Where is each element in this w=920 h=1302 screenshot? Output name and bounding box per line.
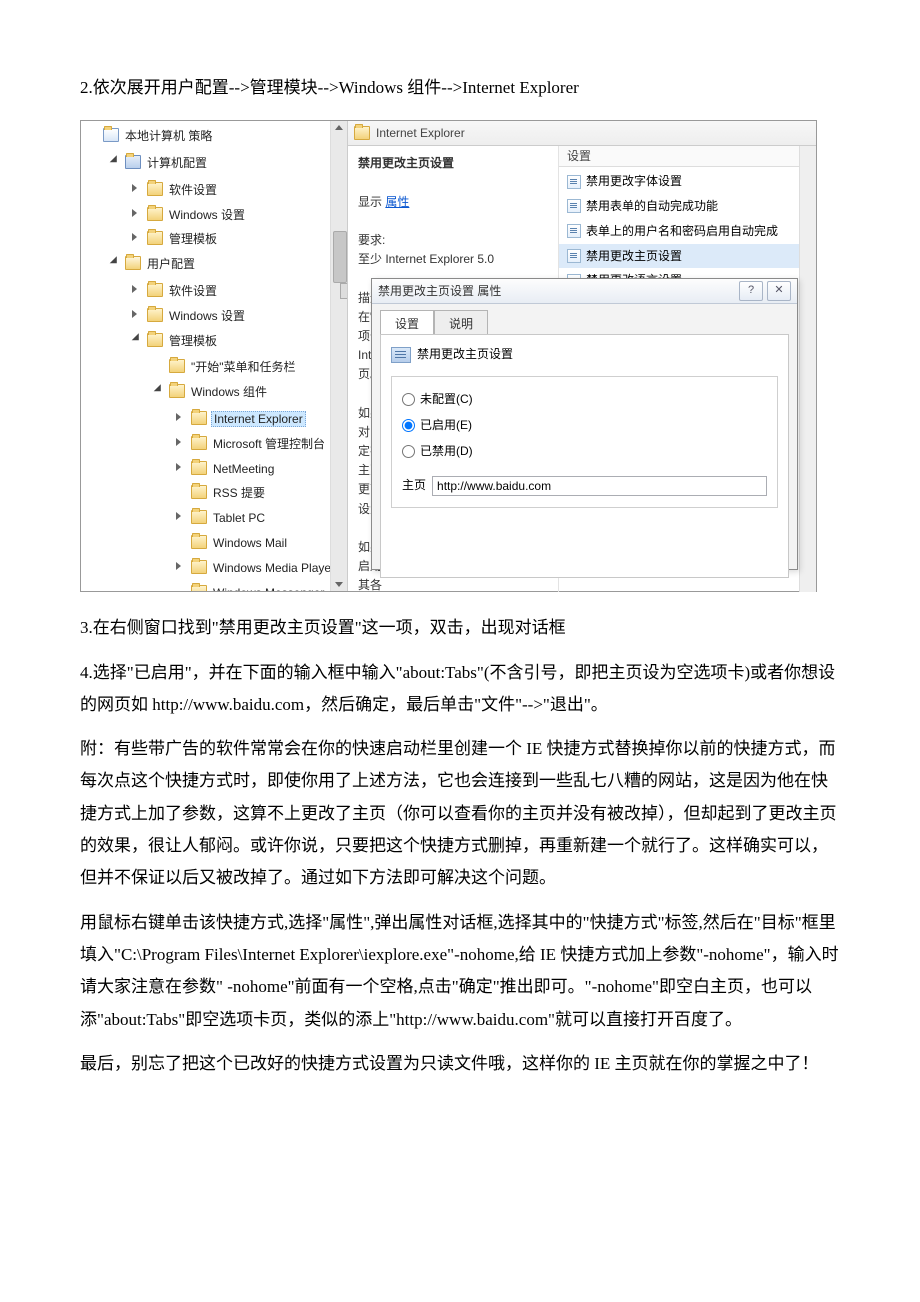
state-fieldset: 未配置(C) 已启用(E) 已禁用(D) 主页	[391, 376, 778, 508]
tab-explain[interactable]: 说明	[434, 310, 488, 334]
list-item[interactable]: 禁用表单的自动完成功能	[559, 194, 816, 219]
help-button[interactable]: ?	[739, 281, 763, 301]
tree-item[interactable]: RSS 提要	[175, 480, 347, 505]
folder-icon	[147, 207, 163, 221]
radio-enabled[interactable]: 已启用(E)	[402, 414, 767, 437]
expand-icon[interactable]	[132, 285, 137, 293]
tab-settings[interactable]: 设置	[380, 310, 434, 334]
folder-icon	[147, 333, 163, 347]
step-3-text: 3.在右侧窗口找到"禁用更改主页设置"这一项，双击，出现对话框	[80, 612, 840, 644]
folder-icon	[354, 126, 370, 140]
splitter-grip[interactable]	[340, 283, 348, 299]
expand-icon[interactable]	[154, 384, 165, 395]
folder-icon	[169, 384, 185, 398]
policy-icon	[103, 128, 119, 142]
folder-icon	[191, 411, 207, 425]
expand-icon[interactable]	[176, 463, 181, 471]
folder-icon	[191, 585, 207, 592]
tree-item[interactable]: "开始"菜单和任务栏	[153, 354, 347, 379]
expand-icon[interactable]	[132, 184, 137, 192]
properties-link[interactable]: 属性	[385, 195, 409, 209]
tree-item[interactable]: 管理模板	[131, 226, 347, 251]
expand-icon[interactable]	[176, 438, 181, 446]
setting-icon	[567, 224, 581, 238]
expand-icon[interactable]	[110, 155, 121, 166]
dialog-tabs: 设置 说明	[372, 304, 797, 334]
tree-admin-templates[interactable]: 管理模板 "开始"菜单和任务栏 Windows 组件 Internet Expl…	[131, 328, 347, 592]
tree-item[interactable]: Windows Messenger	[175, 580, 347, 592]
column-header[interactable]: 设置	[559, 146, 816, 167]
setting-icon	[567, 249, 581, 263]
tree-item[interactable]: Windows 设置	[131, 303, 347, 328]
homepage-label: 主页	[402, 474, 426, 497]
expand-icon[interactable]	[132, 333, 143, 344]
folder-icon	[191, 461, 207, 475]
tree-scrollbar[interactable]	[330, 121, 347, 591]
radio-not-configured[interactable]: 未配置(C)	[402, 388, 767, 411]
last-text: 最后，别忘了把这个已改好的快捷方式设置为只读文件哦，这样你的 IE 主页就在你的…	[80, 1048, 840, 1080]
properties-dialog: 禁用更改主页设置 属性 ? ✕ 设置 说明 禁用更改主页设置 未配置(C) 已启…	[371, 278, 798, 570]
folder-icon	[191, 560, 207, 574]
tree-item[interactable]: Tablet PC	[175, 505, 347, 530]
folder-icon	[147, 231, 163, 245]
scroll-down-icon[interactable]	[335, 582, 343, 587]
fix-text: 用鼠标右键单击该快捷方式,选择"属性",弹出属性对话框,选择其中的"快捷方式"标…	[80, 907, 840, 1036]
radio-disabled[interactable]: 已禁用(D)	[402, 440, 767, 463]
setting-icon	[567, 199, 581, 213]
policy-title: 禁用更改主页设置	[358, 154, 548, 173]
folder-icon	[191, 535, 207, 549]
tree-computer-config[interactable]: 计算机配置 软件设置 Windows 设置 管理模板	[109, 150, 347, 251]
dialog-titlebar[interactable]: 禁用更改主页设置 属性 ? ✕	[372, 279, 797, 304]
tree-item[interactable]: 软件设置	[131, 177, 347, 202]
folder-icon	[147, 182, 163, 196]
folder-icon	[191, 436, 207, 450]
dialog-heading: 禁用更改主页设置	[417, 343, 513, 366]
dialog-body: 禁用更改主页设置 未配置(C) 已启用(E) 已禁用(D) 主页	[380, 334, 789, 578]
tree-item[interactable]: Windows Mail	[175, 530, 347, 555]
scroll-up-icon[interactable]	[335, 125, 343, 130]
tree-internet-explorer[interactable]: Internet Explorer	[175, 406, 347, 431]
expand-icon[interactable]	[176, 512, 181, 520]
tree-item[interactable]: Windows 设置	[131, 202, 347, 227]
step-2-text: 2.依次展开用户配置-->管理模块-->Windows 组件-->Interne…	[80, 72, 840, 104]
expand-icon[interactable]	[132, 233, 137, 241]
appendix-text: 附：有些带广告的软件常常会在你的快速启动栏里创建一个 IE 快捷方式替换掉你以前…	[80, 733, 840, 894]
policy-tree: 本地计算机 策略 计算机配置 软件设置 Windows 设置 管理模板 用户配置…	[81, 121, 348, 591]
setting-icon	[567, 175, 581, 189]
tree-item[interactable]: Microsoft 管理控制台	[175, 431, 347, 456]
tree-item[interactable]: 软件设置	[131, 278, 347, 303]
folder-icon	[191, 510, 207, 524]
expand-icon[interactable]	[132, 209, 137, 217]
tree-user-config[interactable]: 用户配置 软件设置 Windows 设置 管理模板 "开始"菜单和任务栏 Win…	[109, 251, 347, 591]
list-item-homepage[interactable]: 禁用更改主页设置	[559, 244, 816, 269]
list-item[interactable]: 表单上的用户名和密码启用自动完成	[559, 219, 816, 244]
expand-icon[interactable]	[110, 256, 121, 267]
gpedit-screenshot: 本地计算机 策略 计算机配置 软件设置 Windows 设置 管理模板 用户配置…	[80, 120, 817, 592]
tree-windows-components[interactable]: Windows 组件 Internet Explorer Microsoft 管…	[153, 379, 347, 591]
folder-icon	[191, 485, 207, 499]
computer-icon	[125, 155, 141, 169]
expand-icon[interactable]	[132, 310, 137, 318]
list-item[interactable]: 禁用更改字体设置	[559, 169, 816, 194]
expand-icon[interactable]	[176, 413, 181, 421]
step-4-text: 4.选择"已启用"，并在下面的输入框中输入"about:Tabs"(不含引号，即…	[80, 657, 840, 722]
setting-icon	[391, 347, 411, 363]
list-scrollbar[interactable]	[799, 146, 816, 592]
right-header: Internet Explorer	[348, 121, 816, 146]
tree-item[interactable]: NetMeeting	[175, 456, 347, 481]
user-icon	[125, 256, 141, 270]
folder-icon	[147, 308, 163, 322]
dialog-title: 禁用更改主页设置 属性	[378, 280, 501, 303]
close-button[interactable]: ✕	[767, 281, 791, 301]
tree-root[interactable]: 本地计算机 策略 计算机配置 软件设置 Windows 设置 管理模板 用户配置…	[87, 123, 347, 591]
folder-icon	[147, 283, 163, 297]
homepage-input[interactable]	[432, 476, 767, 496]
folder-icon	[169, 359, 185, 373]
expand-icon[interactable]	[176, 562, 181, 570]
tree-item[interactable]: Windows Media Player	[175, 555, 347, 580]
